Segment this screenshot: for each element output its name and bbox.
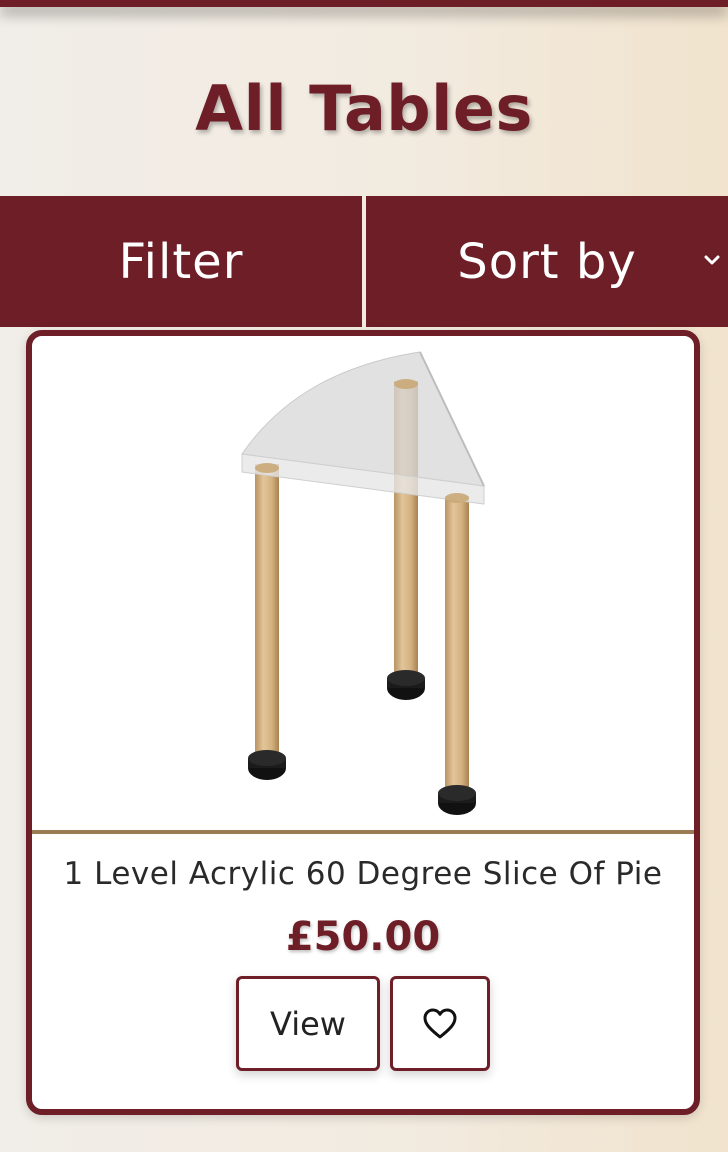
product-image[interactable] [32, 336, 694, 831]
wishlist-button[interactable] [390, 976, 490, 1071]
sort-by-select[interactable]: Sort by [366, 196, 728, 327]
view-button[interactable]: View [236, 976, 380, 1071]
heart-outline-icon [423, 1008, 457, 1038]
filter-button[interactable]: Filter [0, 196, 362, 327]
filter-sort-bar: Filter Sort by [0, 196, 728, 327]
image-divider [32, 830, 694, 834]
filter-label: Filter [118, 233, 244, 290]
top-nav-bar [0, 0, 728, 7]
product-card: 1 Level Acrylic 60 Degree Slice Of Pie £… [26, 330, 700, 1115]
product-name[interactable]: 1 Level Acrylic 60 Degree Slice Of Pie [32, 856, 694, 892]
product-price: £50.00 [285, 914, 441, 960]
page-title: All Tables [195, 72, 533, 145]
chevron-down-icon [704, 255, 720, 265]
sort-by-label: Sort by [457, 233, 637, 290]
view-button-label: View [270, 1004, 346, 1043]
